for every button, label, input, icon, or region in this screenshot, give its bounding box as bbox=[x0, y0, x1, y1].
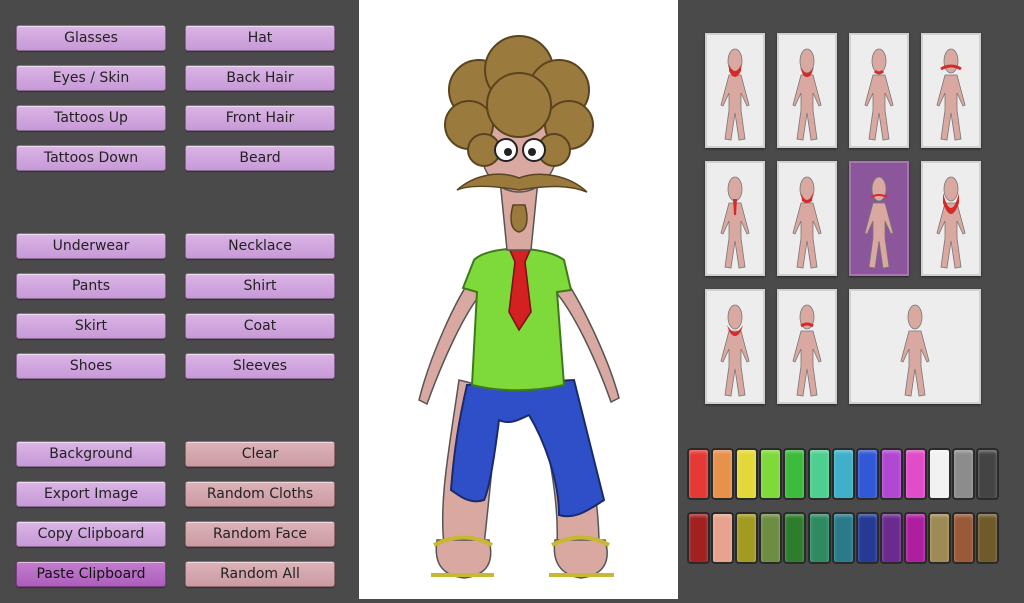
palette-row-1-swatch-10[interactable] bbox=[903, 448, 927, 500]
palette-row-1-swatch-8[interactable] bbox=[855, 448, 879, 500]
character-canvas bbox=[359, 0, 678, 599]
beard-button[interactable]: Beard bbox=[185, 145, 335, 171]
palette-row-2-swatch-7[interactable] bbox=[831, 512, 855, 564]
palette-row-2-swatch-12[interactable] bbox=[952, 512, 976, 564]
paste-clipboard-button[interactable]: Paste Clipboard bbox=[16, 561, 166, 587]
palette-row-2-swatch-5[interactable] bbox=[783, 512, 807, 564]
palette-row-2-swatch-4[interactable] bbox=[759, 512, 783, 564]
eyes-skin-button[interactable]: Eyes / Skin bbox=[16, 65, 166, 91]
palette-row-2-swatch-8[interactable] bbox=[855, 512, 879, 564]
background-button[interactable]: Background bbox=[16, 441, 166, 467]
beard-option-4[interactable] bbox=[921, 33, 981, 148]
coat-button[interactable]: Coat bbox=[185, 313, 335, 339]
tattoos-down-button[interactable]: Tattoos Down bbox=[16, 145, 166, 171]
random-all-button[interactable]: Random All bbox=[185, 561, 335, 587]
palette-row-1-swatch-11[interactable] bbox=[928, 448, 951, 500]
beard-option-9[interactable] bbox=[705, 289, 765, 404]
hat-button[interactable]: Hat bbox=[185, 25, 335, 51]
palette-row-1-swatch-1[interactable] bbox=[687, 448, 710, 500]
palette-row-2-swatch-13[interactable] bbox=[976, 512, 1000, 564]
palette-row-2-swatch-2[interactable] bbox=[711, 512, 735, 564]
random-cloths-button[interactable]: Random Cloths bbox=[185, 481, 335, 507]
clear-button[interactable]: Clear bbox=[185, 441, 335, 467]
skirt-button[interactable]: Skirt bbox=[16, 313, 166, 339]
palette-row-2-swatch-1[interactable] bbox=[687, 512, 710, 564]
palette-row-1-swatch-6[interactable] bbox=[807, 448, 831, 500]
palette-row-1-swatch-7[interactable] bbox=[831, 448, 855, 500]
beard-option-8[interactable] bbox=[921, 161, 981, 276]
palette-row-2-swatch-3[interactable] bbox=[735, 512, 759, 564]
beard-option-2[interactable] bbox=[777, 33, 837, 148]
random-face-button[interactable]: Random Face bbox=[185, 521, 335, 547]
necklace-button[interactable]: Necklace bbox=[185, 233, 335, 259]
palette-row-1-swatch-3[interactable] bbox=[735, 448, 759, 500]
palette-row-1-swatch-12[interactable] bbox=[952, 448, 976, 500]
back-hair-button[interactable]: Back Hair bbox=[185, 65, 335, 91]
palette-row-1-swatch-5[interactable] bbox=[783, 448, 807, 500]
shoes-button[interactable]: Shoes bbox=[16, 353, 166, 379]
glasses-button[interactable]: Glasses bbox=[16, 25, 166, 51]
underwear-button[interactable]: Underwear bbox=[16, 233, 166, 259]
pants-button[interactable]: Pants bbox=[16, 273, 166, 299]
options-panel bbox=[679, 0, 1024, 599]
tattoos-up-button[interactable]: Tattoos Up bbox=[16, 105, 166, 131]
palette-row-2-swatch-10[interactable] bbox=[903, 512, 927, 564]
beard-option-10[interactable] bbox=[777, 289, 837, 404]
beard-option-1[interactable] bbox=[705, 33, 765, 148]
beard-option-7[interactable] bbox=[849, 161, 909, 276]
export-image-button[interactable]: Export Image bbox=[16, 481, 166, 507]
palette-row-1-swatch-13[interactable] bbox=[976, 448, 1000, 500]
palette-row-1-swatch-4[interactable] bbox=[759, 448, 783, 500]
shirt-button[interactable]: Shirt bbox=[185, 273, 335, 299]
copy-clipboard-button[interactable]: Copy Clipboard bbox=[16, 521, 166, 547]
category-panel: Glasses Hat Eyes / Skin Back Hair Tattoo… bbox=[0, 0, 358, 599]
beard-option-none[interactable] bbox=[849, 289, 981, 404]
beard-option-3[interactable] bbox=[849, 33, 909, 148]
character-illustration bbox=[418, 35, 620, 579]
palette-row-2-swatch-9[interactable] bbox=[879, 512, 903, 564]
palette-row-1-swatch-9[interactable] bbox=[879, 448, 903, 500]
beard-option-5[interactable] bbox=[705, 161, 765, 276]
palette-row-2-swatch-11[interactable] bbox=[928, 512, 951, 564]
palette-row-2-swatch-6[interactable] bbox=[807, 512, 831, 564]
beard-option-6[interactable] bbox=[777, 161, 837, 276]
palette-row-1-swatch-2[interactable] bbox=[711, 448, 735, 500]
front-hair-button[interactable]: Front Hair bbox=[185, 105, 335, 131]
sleeves-button[interactable]: Sleeves bbox=[185, 353, 335, 379]
